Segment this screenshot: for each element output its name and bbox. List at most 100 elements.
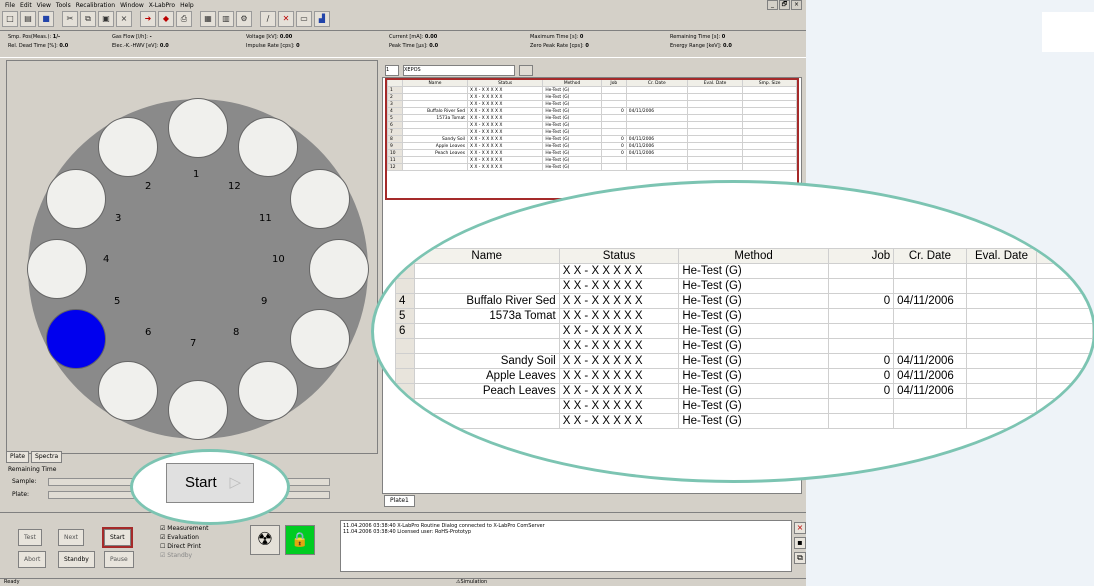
zoomed-table-row[interactable]: 5 1573a Tomat X X - X X X X X He-Test (G) xyxy=(395,308,1093,324)
tray-position-11[interactable] xyxy=(290,169,350,229)
next-button[interactable]: Next xyxy=(58,529,84,546)
zoomed-column-header[interactable] xyxy=(395,248,415,264)
selector-number[interactable]: 1 xyxy=(385,65,399,76)
zoomed-table-row[interactable]: 6 X X - X X X X X He-Test (G) xyxy=(395,323,1093,339)
tray-position-6[interactable] xyxy=(98,361,158,421)
zoomed-table-row[interactable]: X X - X X X X X He-Test (G) xyxy=(395,413,1093,429)
tray-position-2[interactable] xyxy=(98,117,158,177)
print-preview-icon[interactable]: ◆ xyxy=(158,11,174,27)
layout-icon[interactable]: ▥ xyxy=(218,11,234,27)
open-icon[interactable]: ▤ xyxy=(20,11,36,27)
zoomed-cell-date: 04/11/2006 xyxy=(893,368,967,384)
info-dead-time: Rel. Dead Time [%]: 0.0 xyxy=(8,43,69,49)
direct-print-checkbox[interactable]: ☐ Direct Print xyxy=(160,543,201,550)
zoomed-table-row[interactable]: X X - X X X X X He-Test (G) xyxy=(395,263,1093,279)
zoomed-column-header[interactable]: Job xyxy=(827,248,895,264)
tray-position-1[interactable] xyxy=(168,98,228,158)
window-icon[interactable]: ▭ xyxy=(296,11,312,27)
tray-position-12[interactable] xyxy=(238,117,298,177)
cut-icon[interactable]: ✂ xyxy=(62,11,78,27)
zoomed-table-row[interactable]: Apple Leaves X X - X X X X X He-Test (G) 0 0… xyxy=(395,368,1093,384)
tab-spectra[interactable]: Spectra xyxy=(31,451,63,463)
close-button[interactable]: × xyxy=(791,0,802,10)
new-icon[interactable]: □ xyxy=(2,11,18,27)
zoomed-table-row[interactable]: 4 Buffalo River Sed X X - X X X X X He-Test… xyxy=(395,293,1093,309)
delete-icon[interactable]: × xyxy=(116,11,132,27)
zoomed-table-row[interactable]: X X - X X X X X He-Test (G) xyxy=(395,398,1093,414)
tray-position-8[interactable] xyxy=(238,361,298,421)
chart-icon[interactable]: ▟ xyxy=(314,11,330,27)
zoomed-cell-job xyxy=(827,278,895,294)
zoomed-column-header[interactable]: Name xyxy=(413,248,560,264)
zoomed-table-row[interactable]: Peach Leaves X X - X X X X X He-Test (G) 0 0… xyxy=(395,383,1093,399)
menu-edit[interactable]: Edit xyxy=(20,2,32,9)
start-button-zoomed[interactable]: Start ▷ xyxy=(166,463,254,503)
test-button[interactable]: Test xyxy=(18,529,42,546)
zoomed-table-row[interactable]: X X - X X X X X He-Test (G) xyxy=(395,278,1093,294)
tray-position-9[interactable] xyxy=(290,309,350,369)
zoomed-column-header[interactable]: Cr. Date xyxy=(893,248,967,264)
pause-button[interactable]: Pause xyxy=(104,551,134,568)
blank-corner xyxy=(1042,12,1094,52)
tray-position-4[interactable] xyxy=(27,239,87,299)
tray-position-3[interactable] xyxy=(46,169,106,229)
zoomed-column-header[interactable]: Sm xyxy=(1036,248,1093,264)
zoomed-cell-empty xyxy=(965,413,1038,429)
select-button[interactable] xyxy=(519,65,533,76)
zoomed-cell-empty xyxy=(965,383,1038,399)
measurement-checkbox[interactable]: ☑ Measurement xyxy=(160,525,209,532)
info-voltage: Voltage [kV]: 0.00 xyxy=(246,34,293,40)
settings-icon[interactable]: ⚙ xyxy=(236,11,252,27)
zoomed-cell-empty xyxy=(965,353,1038,369)
save-log-icon[interactable]: ▪ xyxy=(794,537,806,549)
zoomed-cell-n xyxy=(395,368,415,384)
tray-label-4: 4 xyxy=(103,254,110,265)
selector-row: 1 XEPOS xyxy=(385,65,533,76)
print-icon[interactable]: ⎙ xyxy=(176,11,192,27)
standby-checkbox[interactable]: ☑ Standby xyxy=(160,552,192,559)
zoomed-cell-n: 6 xyxy=(395,323,415,339)
tab-plate[interactable]: Plate xyxy=(6,451,30,463)
abort-button[interactable]: Abort xyxy=(18,551,47,568)
paste-icon[interactable]: ▣ xyxy=(98,11,114,27)
zoomed-table-row[interactable]: Sandy Soil X X - X X X X X He-Test (G) 0 04/… xyxy=(395,353,1093,369)
cancel-icon[interactable]: ✕ xyxy=(278,11,294,27)
save-icon[interactable]: ■ xyxy=(38,11,54,27)
tray-label-3: 3 xyxy=(115,213,122,224)
menu-file[interactable]: File xyxy=(5,2,15,9)
lock-icon: 🔒 xyxy=(285,525,315,555)
tab-plate1[interactable]: Plate1 xyxy=(384,495,415,507)
copy-log-icon[interactable]: ⧉ xyxy=(794,552,806,564)
table-icon[interactable]: ▦ xyxy=(200,11,216,27)
zoomed-column-header[interactable]: Status xyxy=(558,248,680,264)
zoomed-cell-job: 0 xyxy=(827,293,895,309)
evaluation-checkbox[interactable]: ☑ Evaluation xyxy=(160,534,199,541)
start-button-small[interactable]: Start xyxy=(102,527,133,548)
menu-xlabpro[interactable]: X-LabPro xyxy=(149,2,175,9)
line-icon[interactable]: ∕ xyxy=(260,11,276,27)
menu-recalibration[interactable]: Recalibration xyxy=(76,2,115,9)
standby-button[interactable]: Standby xyxy=(58,551,95,568)
menu-window[interactable]: Window xyxy=(120,2,144,9)
copy-icon[interactable]: ⧉ xyxy=(80,11,96,27)
tray-position-5[interactable] xyxy=(46,309,106,369)
zoomed-column-header[interactable]: Eval. Date xyxy=(965,248,1038,264)
tray-label-8: 8 xyxy=(233,327,240,338)
tray-position-10[interactable] xyxy=(309,239,369,299)
zoomed-cell-empty xyxy=(965,263,1038,279)
zoomed-cell-method: He-Test (G) xyxy=(678,323,829,339)
zoomed-cell-date: 04/11/2006 xyxy=(893,383,967,399)
tray-label-10: 10 xyxy=(272,254,285,265)
import-icon[interactable]: ➜ xyxy=(140,11,156,27)
menu-help[interactable]: Help xyxy=(180,2,194,9)
zoomed-column-header[interactable]: Method xyxy=(678,248,829,264)
menu-tools[interactable]: Tools xyxy=(56,2,71,9)
zoomed-cell-n xyxy=(395,338,415,354)
restore-button[interactable]: 🗗 xyxy=(779,0,790,10)
clear-log-icon[interactable]: × xyxy=(794,522,806,534)
minimize-button[interactable]: _ xyxy=(767,0,778,10)
tray-position-7[interactable] xyxy=(168,380,228,440)
zoomed-table-row[interactable]: X X - X X X X X He-Test (G) xyxy=(395,338,1093,354)
method-select[interactable]: XEPOS xyxy=(403,65,515,76)
menu-view[interactable]: View xyxy=(37,2,51,9)
